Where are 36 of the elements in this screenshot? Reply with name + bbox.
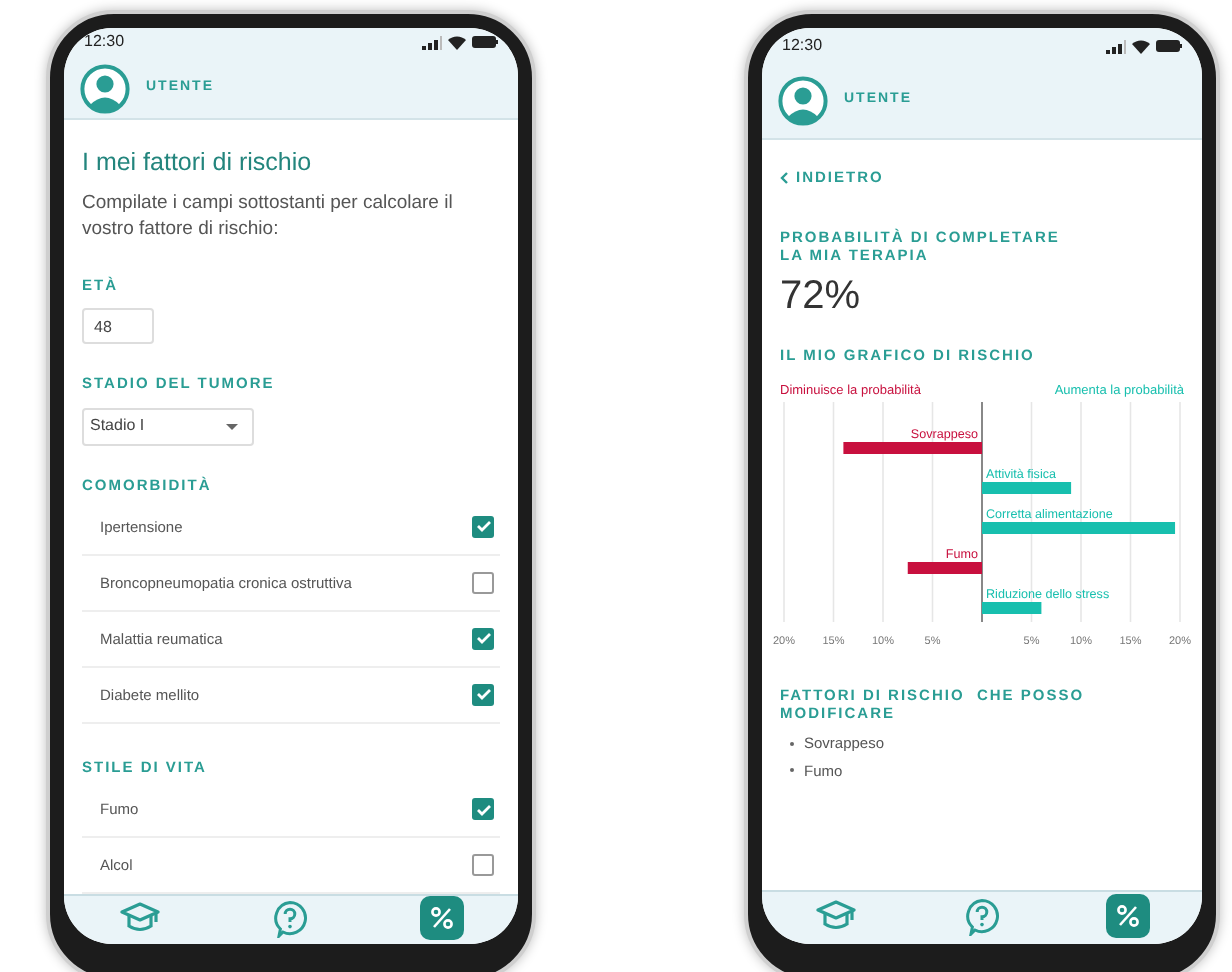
age-field[interactable]: 48 [82, 308, 154, 345]
nav-tab[interactable] [1106, 894, 1151, 938]
wifi-icon [448, 35, 466, 50]
bar [982, 602, 1042, 615]
signal-icon [422, 35, 442, 50]
percent-icon [1116, 904, 1141, 928]
bar [907, 562, 982, 575]
percent-icon [430, 906, 455, 930]
checkbox[interactable] [472, 627, 494, 650]
battery-icon [1156, 40, 1182, 52]
checkbox[interactable] [472, 515, 494, 538]
avatar-icon[interactable] [778, 76, 828, 126]
status-time: 12:30 [782, 34, 823, 58]
bar [982, 482, 1072, 495]
wifi-icon [1132, 39, 1150, 53]
page-title: I mei fattori di rischio [82, 146, 314, 181]
probability-value: 72% [780, 272, 863, 321]
bar [843, 442, 982, 455]
checkbox[interactable] [472, 854, 494, 876]
intro-text: Compilate i campi sottostanti per calcolare il vostro fattore di rischio: [82, 190, 455, 242]
question-bubble-icon [272, 899, 309, 937]
nav-tab[interactable] [268, 896, 313, 940]
checkbox[interactable] [472, 571, 494, 594]
nav-tab[interactable] [420, 896, 465, 940]
signal-icon [1106, 39, 1126, 53]
checkbox[interactable] [472, 683, 494, 706]
graduation-cap-icon [119, 902, 160, 934]
avatar-icon[interactable] [80, 63, 130, 114]
caret-icon [226, 423, 238, 429]
chevron-left-icon [780, 171, 788, 184]
checkbox[interactable] [472, 798, 494, 820]
question-bubble-icon [963, 897, 1000, 935]
graduation-cap-icon [815, 900, 856, 932]
status-time: 12:30 [84, 30, 125, 55]
stage-dropdown[interactable]: Stadio I [82, 407, 254, 445]
battery-icon [472, 36, 498, 49]
